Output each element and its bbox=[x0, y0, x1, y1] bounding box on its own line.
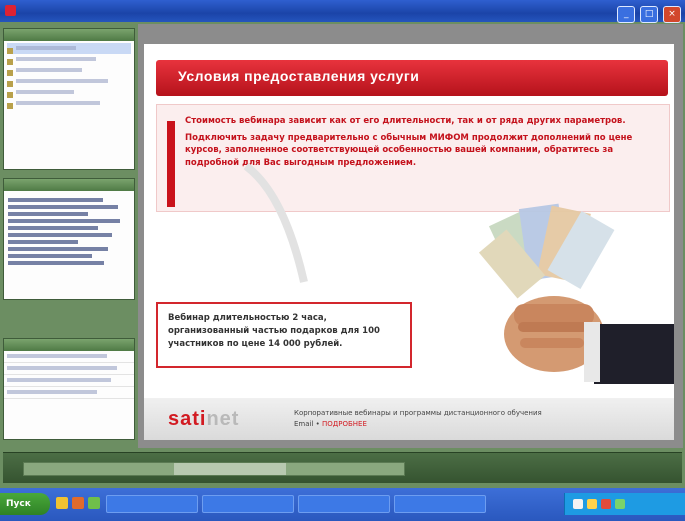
taskbar-window-button[interactable] bbox=[298, 495, 390, 513]
more-link[interactable]: ПОДРОБНЕЕ bbox=[322, 420, 367, 428]
maximize-button[interactable]: □ bbox=[640, 6, 659, 23]
property-row[interactable] bbox=[4, 375, 134, 387]
outline-pane-header bbox=[4, 179, 134, 191]
quicklaunch-icon[interactable] bbox=[56, 497, 68, 509]
taskbar-window-button[interactable] bbox=[106, 495, 198, 513]
taskbar-window-button[interactable] bbox=[202, 495, 294, 513]
minimize-button[interactable]: _ bbox=[617, 6, 636, 23]
close-button[interactable]: × bbox=[663, 6, 681, 23]
slide-canvas[interactable]: Условия предоставления услуги Стоимость … bbox=[144, 44, 674, 440]
tray-icon[interactable] bbox=[573, 499, 583, 509]
footer-links: Корпоративные вебинары и программы диста… bbox=[294, 408, 594, 430]
conditions-paragraph: Стоимость вебинара зависит как от его дл… bbox=[185, 116, 626, 126]
window-titlebar: _ □ × bbox=[0, 0, 685, 23]
tray-icon[interactable] bbox=[601, 499, 611, 509]
slide-thumbnail[interactable] bbox=[7, 98, 131, 109]
taskbar-window-button[interactable] bbox=[394, 495, 486, 513]
satinet-logo: satinet bbox=[168, 408, 240, 430]
tray-icon[interactable] bbox=[615, 499, 625, 509]
slide-icon bbox=[7, 103, 13, 109]
slide-thumbnail[interactable] bbox=[7, 87, 131, 98]
slide-thumbnail[interactable] bbox=[7, 54, 131, 65]
properties-pane-header bbox=[4, 339, 134, 351]
tray-icon[interactable] bbox=[587, 499, 597, 509]
quicklaunch-icon[interactable] bbox=[88, 497, 100, 509]
property-row[interactable] bbox=[4, 351, 134, 363]
system-tray bbox=[564, 493, 685, 515]
slide-footer: satinet Корпоративные вебинары и програм… bbox=[144, 398, 674, 440]
slides-pane-header bbox=[4, 29, 134, 41]
window-controls: _ □ × bbox=[615, 3, 681, 23]
slide-title: Условия предоставления услуги bbox=[178, 68, 420, 84]
footer-tagline: Корпоративные вебинары и программы диста… bbox=[294, 409, 542, 417]
footer-contact: Email • ПОДРОБНЕЕ bbox=[294, 420, 367, 428]
property-row[interactable] bbox=[4, 387, 134, 399]
outline-pane bbox=[3, 178, 135, 300]
outline-content[interactable] bbox=[4, 191, 134, 272]
quicklaunch-icon[interactable] bbox=[72, 497, 84, 509]
slide-stage: Условия предоставления услуги Стоимость … bbox=[138, 24, 683, 448]
decorative-swoosh bbox=[244, 164, 308, 283]
taskbar: Пуск bbox=[0, 488, 685, 521]
properties-pane bbox=[3, 338, 135, 440]
money-fist-illustration bbox=[478, 203, 674, 384]
slide-thumbnail[interactable] bbox=[7, 76, 131, 87]
slides-pane bbox=[3, 28, 135, 170]
notes-field-secondary bbox=[174, 463, 286, 475]
app-icon bbox=[5, 5, 16, 16]
slide-thumbnail[interactable] bbox=[7, 65, 131, 76]
notes-bar bbox=[3, 452, 682, 483]
offer-box: Вебинар длительностью 2 часа, организова… bbox=[156, 302, 412, 368]
notes-field[interactable] bbox=[23, 462, 405, 476]
accent-bar bbox=[167, 121, 175, 207]
property-row[interactable] bbox=[4, 363, 134, 375]
slide-title-banner: Условия предоставления услуги bbox=[156, 60, 668, 96]
slide-thumbnail[interactable] bbox=[7, 43, 131, 54]
offer-text: Вебинар длительностью 2 часа, организова… bbox=[168, 313, 380, 349]
start-button[interactable]: Пуск bbox=[0, 493, 50, 515]
